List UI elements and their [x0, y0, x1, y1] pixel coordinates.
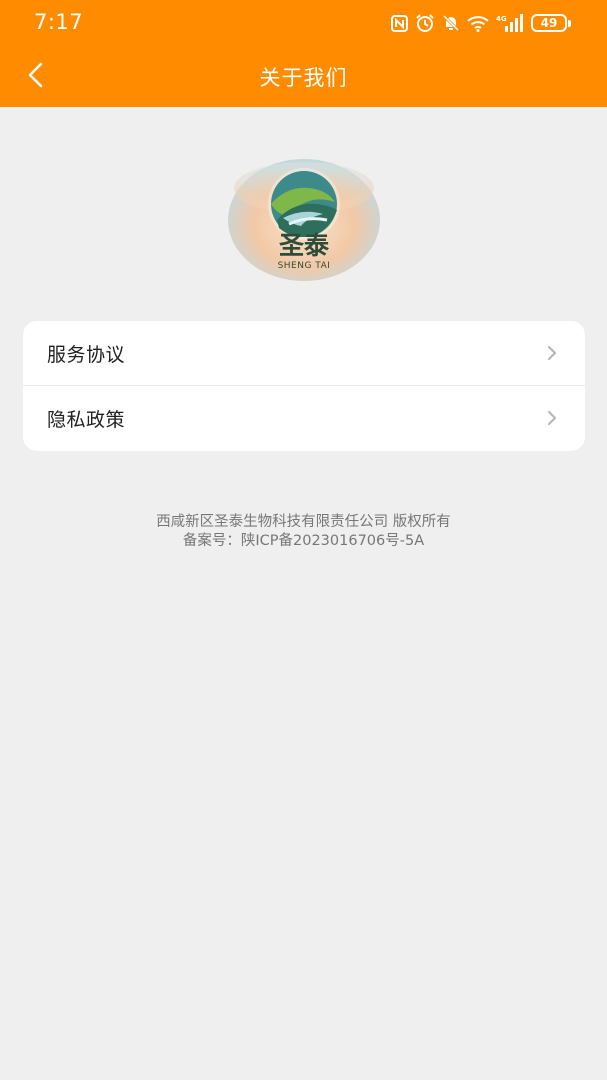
app-header: 7:17 4G 49 关于我们 [0, 0, 607, 107]
status-bar: 7:17 4G 49 [0, 0, 607, 46]
page-title: 关于我们 [259, 66, 348, 90]
signal-icon: 4G [496, 14, 524, 32]
menu-item-service-agreement[interactable]: 服务协议 [23, 321, 585, 386]
app-logo: 圣泰 SHENG TAI [227, 158, 381, 282]
battery-level: 49 [531, 14, 567, 32]
battery-tip [568, 19, 571, 27]
menu-item-privacy-policy[interactable]: 隐私政策 [23, 386, 585, 451]
status-time: 7:17 [34, 10, 84, 34]
battery-icon: 49 [531, 14, 571, 32]
footer: 西咸新区圣泰生物科技有限责任公司 版权所有 备案号：陕ICP备202301670… [0, 513, 607, 551]
network-label: 4G [496, 15, 507, 23]
menu-item-label: 服务协议 [47, 344, 126, 366]
wifi-icon [467, 15, 489, 32]
icp-record-text: 备案号：陕ICP备2023016706号-5A [182, 533, 425, 549]
mute-icon [442, 14, 460, 32]
nfc-icon [391, 14, 408, 32]
menu-card: 服务协议 隐私政策 [23, 321, 585, 451]
logo-brand-pinyin: SHENG TAI [278, 261, 331, 271]
nav-bar: 关于我们 [0, 46, 607, 107]
chevron-right-icon [547, 345, 557, 365]
menu-item-label: 隐私政策 [47, 409, 126, 431]
copyright-text: 西咸新区圣泰生物科技有限责任公司 版权所有 [156, 514, 451, 530]
alarm-icon [415, 13, 435, 33]
chevron-right-icon [547, 410, 557, 430]
status-icons: 4G 49 [391, 11, 571, 35]
logo-brand-chinese: 圣泰 [279, 231, 330, 260]
